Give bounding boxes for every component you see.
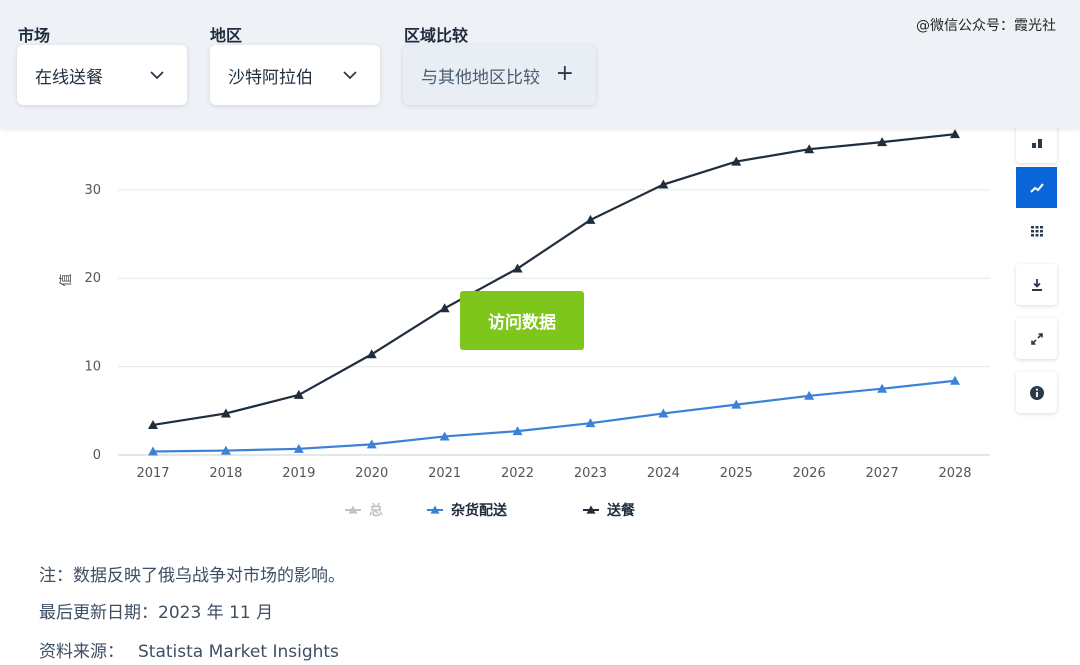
filter-bar: 市场 在线送餐 地区 沙特阿拉伯 区域比较 与其他地区比较 + @微信公众号：霞… [0, 0, 1080, 128]
data-point [366, 349, 377, 359]
download-icon [1031, 278, 1042, 291]
line-chart-icon [1029, 182, 1044, 193]
market-filter-label: 市场 [18, 26, 51, 45]
x-tick-label: 2022 [501, 466, 534, 481]
info-button[interactable] [1016, 372, 1057, 413]
y-tick-label: 10 [84, 360, 101, 375]
series-line [152, 133, 956, 427]
region-select[interactable]: 沙特阿拉伯 [210, 45, 380, 105]
chevron-down-icon [150, 71, 164, 80]
watermark: @微信公众号：霞光社 [916, 18, 1056, 34]
line-chart-button[interactable] [1016, 167, 1057, 208]
x-tick-label: 2024 [647, 466, 680, 481]
compare-region-button[interactable]: 与其他地区比较 + [403, 45, 596, 105]
y-tick-label: 0 [93, 448, 101, 463]
y-axis-ticks: 0 10 20 30 [84, 183, 101, 463]
legend-label: 送餐 [606, 502, 636, 519]
table-icon [1030, 225, 1043, 236]
x-tick-label: 2017 [136, 466, 169, 481]
access-data-button[interactable]: 访问数据 [460, 291, 584, 350]
y-tick-label: 30 [84, 183, 101, 198]
legend-label: 总 [369, 502, 383, 519]
bar-chart-button[interactable] [1016, 122, 1057, 163]
source-line: 资料来源： Statista Market Insights [39, 637, 339, 662]
compare-button-label: 与其他地区比较 [421, 67, 540, 88]
table-button[interactable] [1016, 210, 1057, 251]
source-label: 资料来源： [39, 642, 124, 662]
market-select[interactable]: 在线送餐 [17, 45, 187, 105]
y-tick-label: 20 [84, 271, 101, 286]
chevron-down-icon [343, 71, 357, 80]
fullscreen-icon [1030, 332, 1043, 345]
x-tick-label: 2027 [866, 466, 899, 481]
bar-chart-icon [1031, 138, 1042, 148]
region-select-value: 沙特阿拉伯 [228, 67, 313, 88]
plus-icon: + [555, 61, 574, 86]
x-tick-label: 2023 [574, 466, 607, 481]
x-tick-label: 2021 [428, 466, 461, 481]
compare-filter-label: 区域比较 [404, 26, 469, 45]
x-axis-ticks: 2017 2018 2019 2020 2021 2022 2023 2024 2025 2026… [136, 466, 971, 481]
x-tick-label: 2026 [793, 466, 826, 481]
x-tick-label: 2019 [282, 466, 315, 481]
info-icon [1029, 385, 1044, 400]
x-tick-label: 2028 [938, 466, 971, 481]
download-button[interactable] [1016, 264, 1057, 305]
data-point [293, 389, 304, 399]
market-select-value: 在线送餐 [35, 67, 103, 88]
legend-label: 杂货配送 [451, 502, 508, 519]
chart-note: 注：数据反映了俄乌战争对市场的影响。 [39, 566, 345, 586]
last-updated: 最后更新日期：2023 年 11 月 [39, 603, 274, 623]
region-filter-label: 地区 [210, 26, 243, 45]
legend[interactable]: 总 杂货配送 送餐 [345, 502, 636, 519]
y-axis-label: 值 [58, 273, 74, 286]
x-tick-label: 2020 [355, 466, 388, 481]
source-link[interactable]: Statista Market Insights [138, 642, 339, 662]
data-point [439, 303, 450, 313]
series-line [152, 379, 956, 453]
x-tick-label: 2018 [209, 466, 242, 481]
fullscreen-button[interactable] [1016, 318, 1057, 359]
x-tick-label: 2025 [720, 466, 753, 481]
